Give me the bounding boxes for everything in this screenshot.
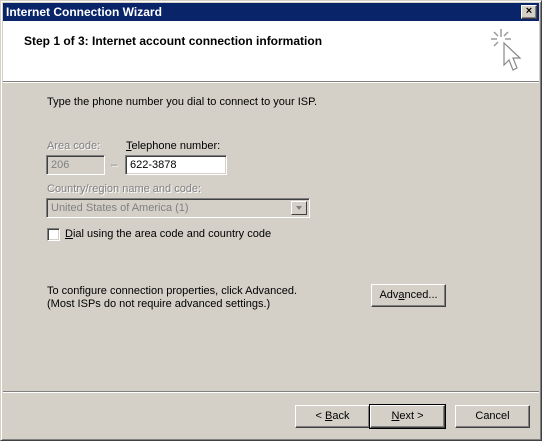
area-code-label: Area code:: [47, 140, 101, 152]
title-bar[interactable]: Internet Connection Wizard ×: [3, 3, 539, 21]
country-select: United States of America (1): [46, 198, 310, 218]
advanced-note-line1: To configure connection properties, clic…: [47, 285, 298, 297]
dial-area-code-label[interactable]: Dial using the area code and country cod…: [65, 228, 271, 240]
cancel-button[interactable]: Cancel: [455, 405, 530, 428]
chevron-down-icon: [291, 201, 307, 215]
step-title: Step 1 of 3: Internet account connection…: [24, 34, 323, 48]
close-button[interactable]: ×: [521, 5, 537, 19]
telephone-label: Telephone number:: [126, 140, 221, 152]
country-select-value: United States of America (1): [51, 202, 189, 214]
country-label: Country/region name and code:: [47, 183, 202, 195]
area-code-dash: –: [111, 159, 118, 171]
wizard-window: Internet Connection Wizard × Step 1 of 3…: [0, 0, 542, 441]
footer-divider: [3, 391, 539, 393]
close-icon: ×: [525, 5, 533, 17]
back-button[interactable]: < Back: [295, 405, 370, 428]
area-code-field: 206: [46, 155, 105, 175]
instruction-text: Type the phone number you dial to connec…: [47, 96, 318, 108]
advanced-note-line2: (Most ISPs do not require advanced setti…: [47, 298, 271, 310]
header-divider: [3, 81, 539, 83]
next-button[interactable]: Next >: [369, 404, 446, 429]
advanced-button[interactable]: Advanced...: [371, 284, 446, 307]
wizard-header: Step 1 of 3: Internet account connection…: [3, 21, 539, 81]
telephone-number-input[interactable]: 622-3878: [125, 155, 227, 175]
dial-area-code-checkbox[interactable]: [47, 228, 60, 241]
wizard-sparkle-cursor-icon: [491, 29, 522, 71]
window-title: Internet Connection Wizard: [6, 5, 162, 19]
